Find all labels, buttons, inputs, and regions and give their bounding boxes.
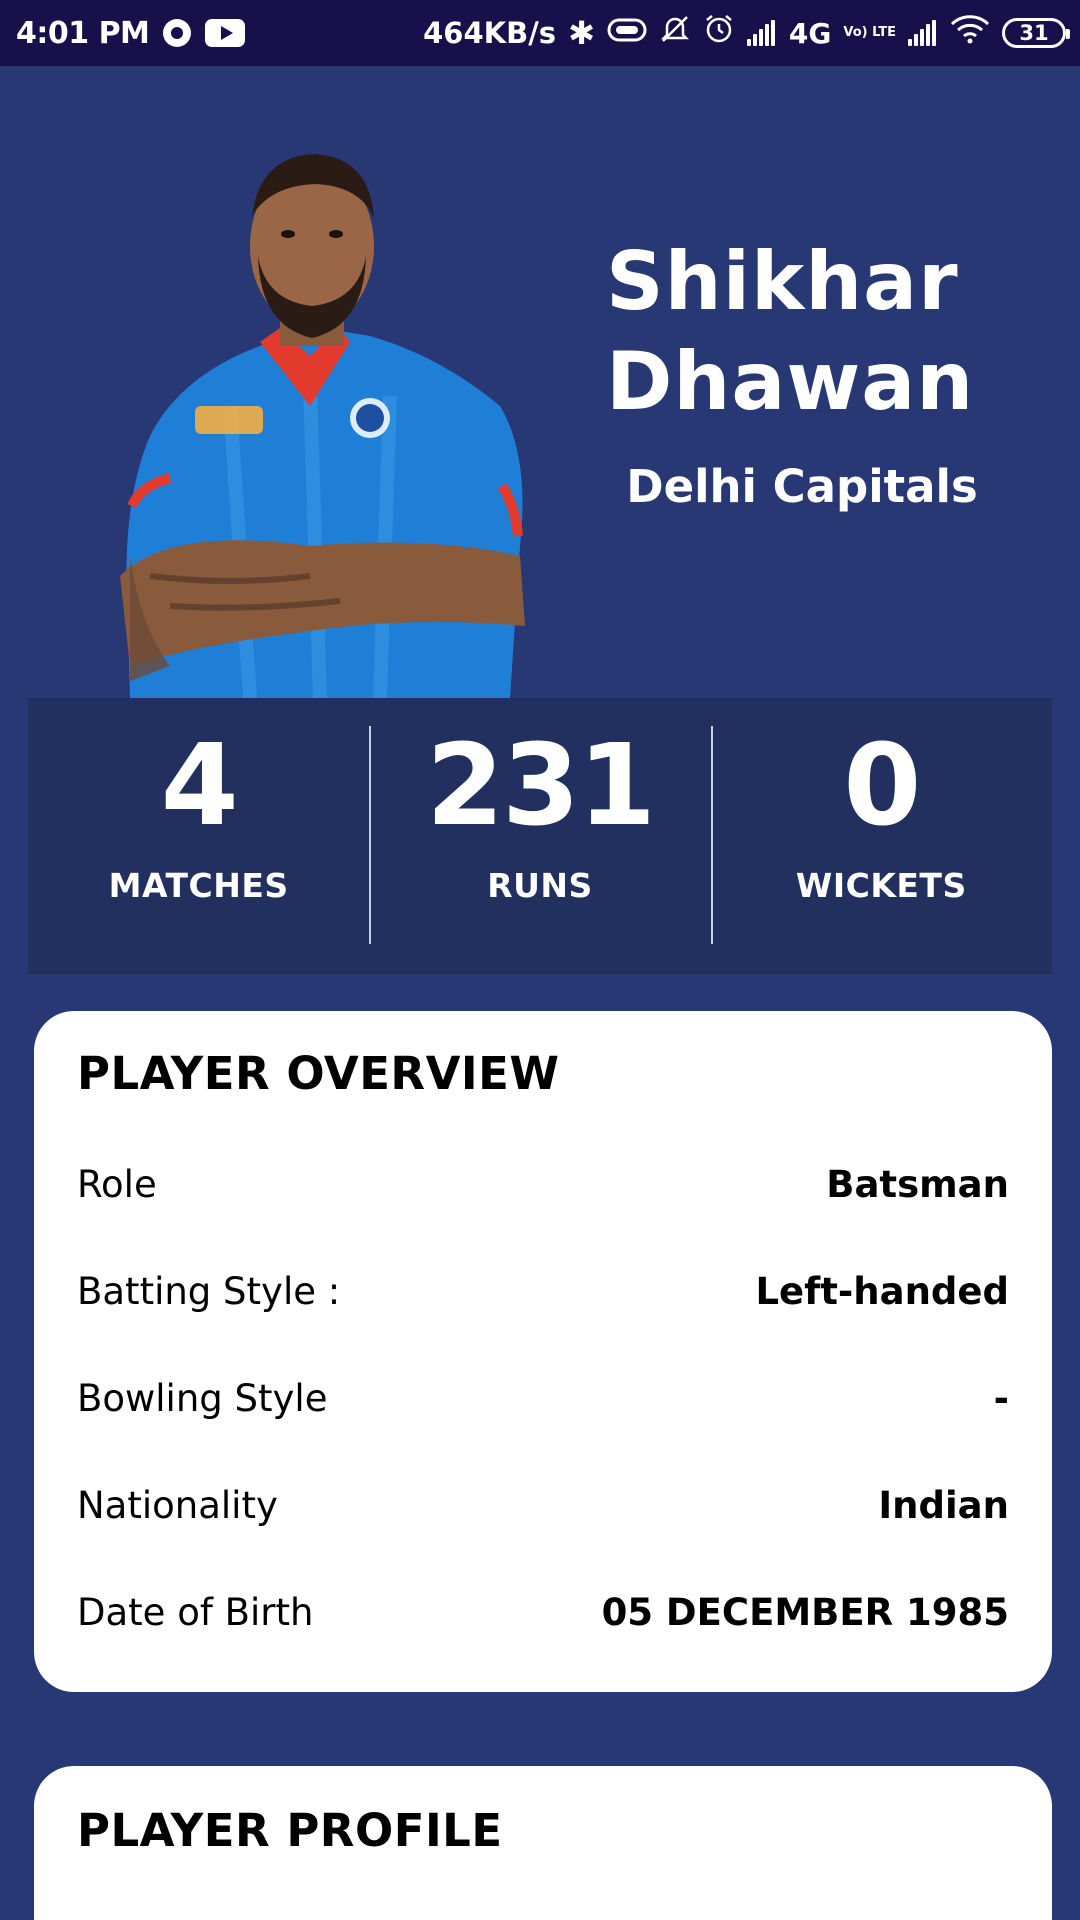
player-photo	[120, 154, 525, 698]
overview-row-bowling-style: Bowling Style -	[77, 1368, 1009, 1428]
network-type: 4G	[788, 16, 832, 50]
team-name: Delhi Capitals	[626, 460, 978, 513]
player-overview-card: PLAYER OVERVIEW Role Batsman Batting Sty…	[34, 1011, 1052, 1692]
overview-label: Role	[77, 1162, 157, 1206]
stat-label: WICKETS	[795, 866, 967, 905]
overview-row-role: Role Batsman	[77, 1154, 1009, 1214]
stat-label: MATCHES	[108, 866, 289, 905]
stat-wickets: 0 WICKETS	[710, 698, 1052, 974]
battery-icon: 31	[1002, 18, 1070, 48]
overview-label: Batting Style :	[77, 1269, 341, 1313]
mute-icon	[659, 13, 691, 53]
overview-label: Date of Birth	[77, 1590, 314, 1634]
status-bar-right: 464KB/s ✱ 4G Vo) LTE 31	[411, 13, 1070, 53]
overview-title: PLAYER OVERVIEW	[77, 1047, 560, 1100]
notification-dot-icon	[163, 19, 192, 47]
alarm-icon	[703, 13, 735, 53]
wifi-icon	[950, 14, 990, 52]
youtube-icon	[205, 19, 246, 47]
bluetooth-icon: ✱	[568, 14, 595, 52]
player-last-name: Dhawan	[606, 335, 975, 428]
player-profile-card: PLAYER PROFILE	[34, 1766, 1052, 1920]
overview-row-batting-style: Batting Style : Left-handed	[77, 1261, 1009, 1321]
player-hero: Shikhar Dhawan Delhi Capitals	[0, 66, 1080, 698]
volte-badge: Vo) LTE	[843, 25, 896, 40]
overview-row-nationality: Nationality Indian	[77, 1475, 1009, 1535]
overview-label: Bowling Style	[77, 1376, 328, 1420]
stat-value: 4	[160, 721, 239, 851]
overview-label: Nationality	[77, 1483, 278, 1527]
overview-value: -	[993, 1376, 1009, 1420]
overview-value: Batsman	[826, 1162, 1009, 1206]
overview-row-date-of-birth: Date of Birth 05 DECEMBER 1985	[77, 1582, 1009, 1642]
signal-icon	[746, 20, 777, 46]
stat-label: RUNS	[487, 866, 593, 905]
vibrate-icon	[607, 16, 647, 51]
overview-value: Indian	[878, 1483, 1009, 1527]
player-name: Shikhar Dhawan	[560, 232, 1020, 432]
overview-value: 05 DECEMBER 1985	[601, 1590, 1009, 1634]
overview-value: Left-handed	[755, 1269, 1009, 1313]
stat-runs: 231 RUNS	[369, 698, 710, 974]
stat-value: 231	[426, 721, 656, 851]
stat-value: 0	[843, 721, 921, 851]
status-bar: 4:01 PM 464KB/s ✱ 4G Vo) LTE 31	[0, 0, 1080, 66]
status-bar-left: 4:01 PM	[16, 16, 259, 51]
status-time: 4:01 PM	[16, 15, 150, 51]
signal-icon-2	[908, 20, 938, 46]
battery-level: 31	[1019, 21, 1049, 45]
player-first-name: Shikhar	[606, 235, 959, 328]
network-speed: 464KB/s	[423, 16, 557, 50]
stat-matches: 4 MATCHES	[28, 698, 369, 974]
stats-panel: 4 MATCHES 231 RUNS 0 WICKETS	[28, 698, 1052, 974]
profile-title: PLAYER PROFILE	[77, 1804, 503, 1857]
